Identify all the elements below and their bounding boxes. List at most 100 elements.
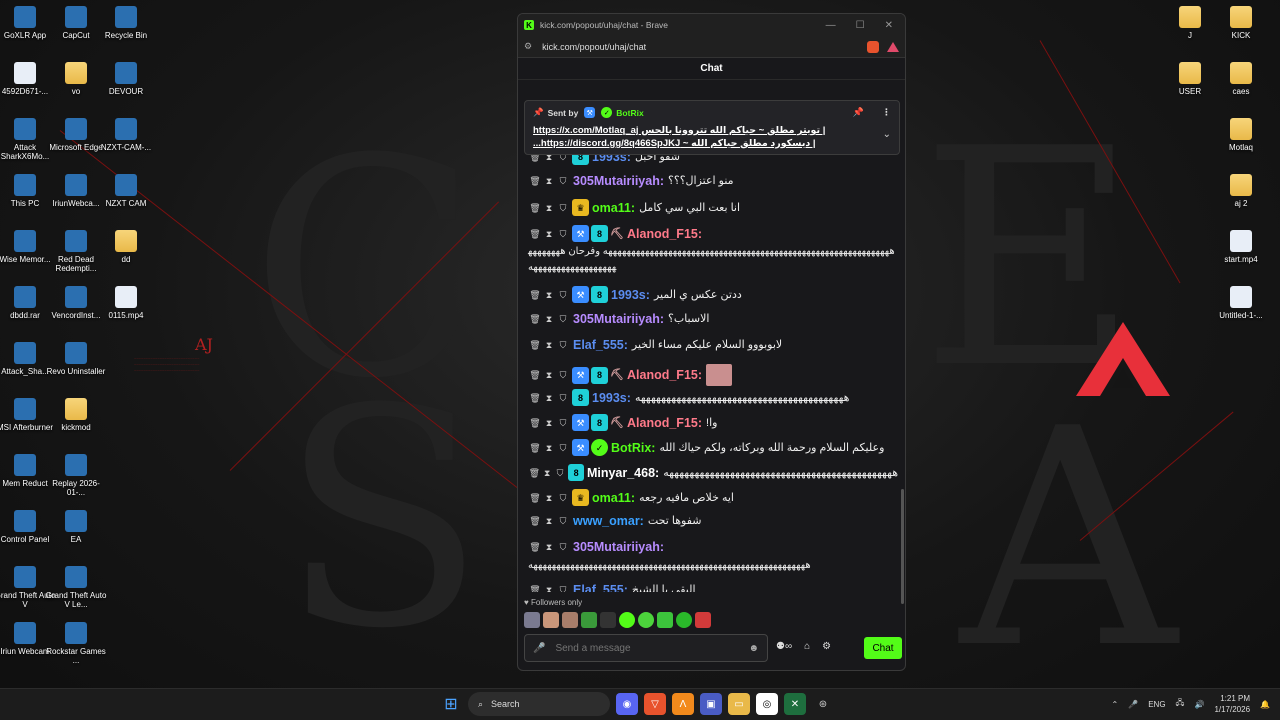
chat-message[interactable]: 🗑 ⧗ ⛉ Elaf_555: البقى يا الشيخ bbox=[528, 583, 898, 592]
chat-message[interactable]: 🗑 ⧗ ⛉ www_omar: شفوها تحت bbox=[528, 514, 898, 528]
close-icon[interactable]: ✕ bbox=[885, 20, 893, 31]
chat-username[interactable]: Minyar_468: bbox=[587, 466, 659, 480]
desktop-icon[interactable]: kickmod bbox=[45, 398, 107, 432]
desktop-icon[interactable]: KICK bbox=[1210, 6, 1272, 40]
microphone-icon[interactable]: 🎤 bbox=[533, 643, 545, 654]
emote-icon[interactable] bbox=[543, 612, 559, 628]
minimize-icon[interactable]: — bbox=[826, 20, 836, 31]
timeout-icon[interactable]: ⧗ bbox=[542, 338, 556, 352]
desktop-icon[interactable]: caes bbox=[1210, 62, 1272, 96]
steam-icon[interactable]: ⊛ bbox=[812, 693, 834, 715]
brave-popout-window[interactable]: K kick.com/popout/uhaj/chat - Brave — ☐ … bbox=[517, 13, 906, 671]
ban-icon[interactable]: ⛉ bbox=[556, 368, 570, 382]
mic-tray-icon[interactable]: 🎤 bbox=[1128, 700, 1138, 709]
ban-icon[interactable]: ⛉ bbox=[556, 491, 570, 505]
chat-username[interactable]: Alanod_F15: bbox=[627, 227, 702, 241]
chat-username[interactable]: oma11: bbox=[592, 201, 635, 215]
chat-message[interactable]: 🗑 ⧗ ⛉ 8 Minyar_468: ههههههههههههههههههههههههه… bbox=[528, 464, 898, 481]
chat-username[interactable]: 1993s: bbox=[592, 391, 631, 405]
delete-icon[interactable]: 🗑 bbox=[528, 174, 542, 188]
timeout-icon[interactable]: ⧗ bbox=[541, 466, 554, 480]
pinned-message[interactable]: 📌 Sent by ⚒ ✓ BotRix 📌 ⋮ | تويتر مطلق ~ … bbox=[524, 100, 900, 155]
delete-icon[interactable]: 🗑 bbox=[528, 312, 542, 326]
pin-icon[interactable]: 📌 bbox=[853, 107, 864, 118]
ban-icon[interactable]: ⛉ bbox=[556, 174, 570, 188]
taskbar-search[interactable]: ⌕ Search bbox=[468, 692, 610, 716]
desktop-icon[interactable]: dd bbox=[95, 230, 157, 264]
chat-username[interactable]: BotRix: bbox=[611, 441, 655, 455]
chevron-down-icon[interactable]: ⌄ bbox=[883, 129, 891, 140]
emote-icon[interactable] bbox=[676, 612, 692, 628]
app-a-icon[interactable]: Λ bbox=[672, 693, 694, 715]
delete-icon[interactable]: 🗑 bbox=[528, 201, 542, 215]
ban-icon[interactable]: ⛉ bbox=[556, 514, 570, 528]
emote-icon[interactable] bbox=[619, 612, 635, 628]
clock[interactable]: 1:21 PM 1/17/2026 bbox=[1214, 693, 1250, 715]
desktop-icon[interactable]: NZXT-CAM-... bbox=[95, 118, 157, 152]
ban-icon[interactable]: ⛉ bbox=[556, 391, 570, 405]
chat-message[interactable]: 🗑 ⧗ ⛉ 305Mutairiiyah: bbox=[528, 540, 898, 554]
chat-message[interactable]: 🗑 ⧗ ⛉ Elaf_555: لابوبووو السلام عليكم مساء ا… bbox=[528, 338, 898, 352]
timeout-icon[interactable]: ⧗ bbox=[542, 416, 556, 430]
window-titlebar[interactable]: K kick.com/popout/uhaj/chat - Brave — ☐ … bbox=[518, 14, 905, 36]
chat-username[interactable]: Alanod_F15: bbox=[627, 368, 702, 382]
chat-username[interactable]: 305Mutairiiyah: bbox=[573, 540, 664, 554]
timeout-icon[interactable]: ⧗ bbox=[542, 491, 556, 505]
chat-message[interactable]: 🗑 ⧗ ⛉ 305Mutairiiyah: منو اعتزال؟؟؟ bbox=[528, 174, 898, 188]
chat-username[interactable]: Elaf_555: bbox=[573, 583, 628, 592]
url-text[interactable]: kick.com/popout/uhaj/chat bbox=[542, 42, 646, 52]
desktop-icon[interactable]: Motlaq bbox=[1210, 118, 1272, 152]
ban-icon[interactable]: ⛉ bbox=[556, 583, 570, 592]
chat-username[interactable]: 1993s: bbox=[611, 288, 650, 302]
delete-icon[interactable]: 🗑 bbox=[528, 338, 542, 352]
ban-icon[interactable]: ⛉ bbox=[556, 201, 570, 215]
desktop-icon[interactable]: Untitled-1-... bbox=[1210, 286, 1272, 320]
message-input-box[interactable]: 🎤 ☻ bbox=[524, 634, 768, 662]
chat-message[interactable]: 🗑 ⧗ ⛉ 8 1993s: هههههههههههههههههههههههههههههه… bbox=[528, 389, 898, 406]
ban-icon[interactable]: ⛉ bbox=[556, 338, 570, 352]
emote-icon[interactable] bbox=[600, 612, 616, 628]
delete-icon[interactable]: 🗑 bbox=[528, 391, 542, 405]
ban-icon[interactable]: ⛉ bbox=[556, 416, 570, 430]
emote-icon[interactable] bbox=[657, 612, 673, 628]
desktop-icon[interactable]: EA bbox=[45, 510, 107, 544]
desktop-icon[interactable]: 0115.mp4 bbox=[95, 286, 157, 320]
brave-shields-icon[interactable] bbox=[867, 40, 879, 53]
settings-gear-icon[interactable]: ⚙ bbox=[822, 641, 831, 652]
gift-icon[interactable]: ⌂ bbox=[804, 641, 810, 652]
delete-icon[interactable]: 🗑 bbox=[528, 227, 542, 241]
send-message-input[interactable] bbox=[555, 642, 749, 654]
delete-icon[interactable]: 🗑 bbox=[528, 368, 542, 382]
ban-icon[interactable]: ⛉ bbox=[556, 441, 570, 455]
file-explorer-icon[interactable]: ▭ bbox=[728, 693, 750, 715]
brave-rewards-icon[interactable] bbox=[887, 41, 899, 52]
timeout-icon[interactable]: ⧗ bbox=[542, 288, 556, 302]
desktop-icon[interactable]: Grand Theft Auto V Le... bbox=[45, 566, 107, 609]
chat-username[interactable]: Elaf_555: bbox=[573, 338, 628, 352]
delete-icon[interactable]: 🗑 bbox=[528, 288, 542, 302]
timeout-icon[interactable]: ⧗ bbox=[542, 368, 556, 382]
desktop-icon[interactable]: aj 2 bbox=[1210, 174, 1272, 208]
delete-icon[interactable]: 🗑 bbox=[528, 514, 542, 528]
ban-icon[interactable]: ⛉ bbox=[556, 227, 570, 241]
emote-bar[interactable] bbox=[524, 612, 711, 628]
desktop-icon[interactable]: DEVOUR bbox=[95, 62, 157, 96]
network-icon[interactable]: 🖧 bbox=[1176, 697, 1185, 711]
timeout-icon[interactable]: ⧗ bbox=[542, 391, 556, 405]
desktop-icon[interactable]: Replay 2026-01-... bbox=[45, 454, 107, 497]
chat-send-button[interactable]: Chat bbox=[864, 637, 902, 659]
delete-icon[interactable]: 🗑 bbox=[528, 491, 542, 505]
emote-icon[interactable] bbox=[524, 612, 540, 628]
ban-icon[interactable]: ⛉ bbox=[556, 540, 570, 554]
delete-icon[interactable]: 🗑 bbox=[528, 441, 542, 455]
pinned-bot-name[interactable]: BotRix bbox=[616, 108, 643, 118]
chat-message[interactable]: 🗑 ⧗ ⛉ ⚒ 8 1993s: ددتن عكس ي المير bbox=[528, 286, 898, 303]
delete-icon[interactable]: 🗑 bbox=[528, 466, 541, 480]
points-icon[interactable]: ⚉∞ bbox=[776, 641, 792, 652]
goxlr-taskbar-icon[interactable]: ✕ bbox=[784, 693, 806, 715]
desktop-icon[interactable]: Revo Uninstaller bbox=[45, 342, 107, 376]
chat-message[interactable]: 🗑 ⧗ ⛉ 305Mutairiiyah: الاسباب؟ bbox=[528, 312, 898, 326]
chat-message[interactable]: 🗑 ⧗ ⛉ ♛ oma11: ايه خلاص مافيه رجعه bbox=[528, 489, 898, 506]
emote-icon[interactable] bbox=[695, 612, 711, 628]
volume-icon[interactable]: 🔊 bbox=[1194, 700, 1204, 709]
